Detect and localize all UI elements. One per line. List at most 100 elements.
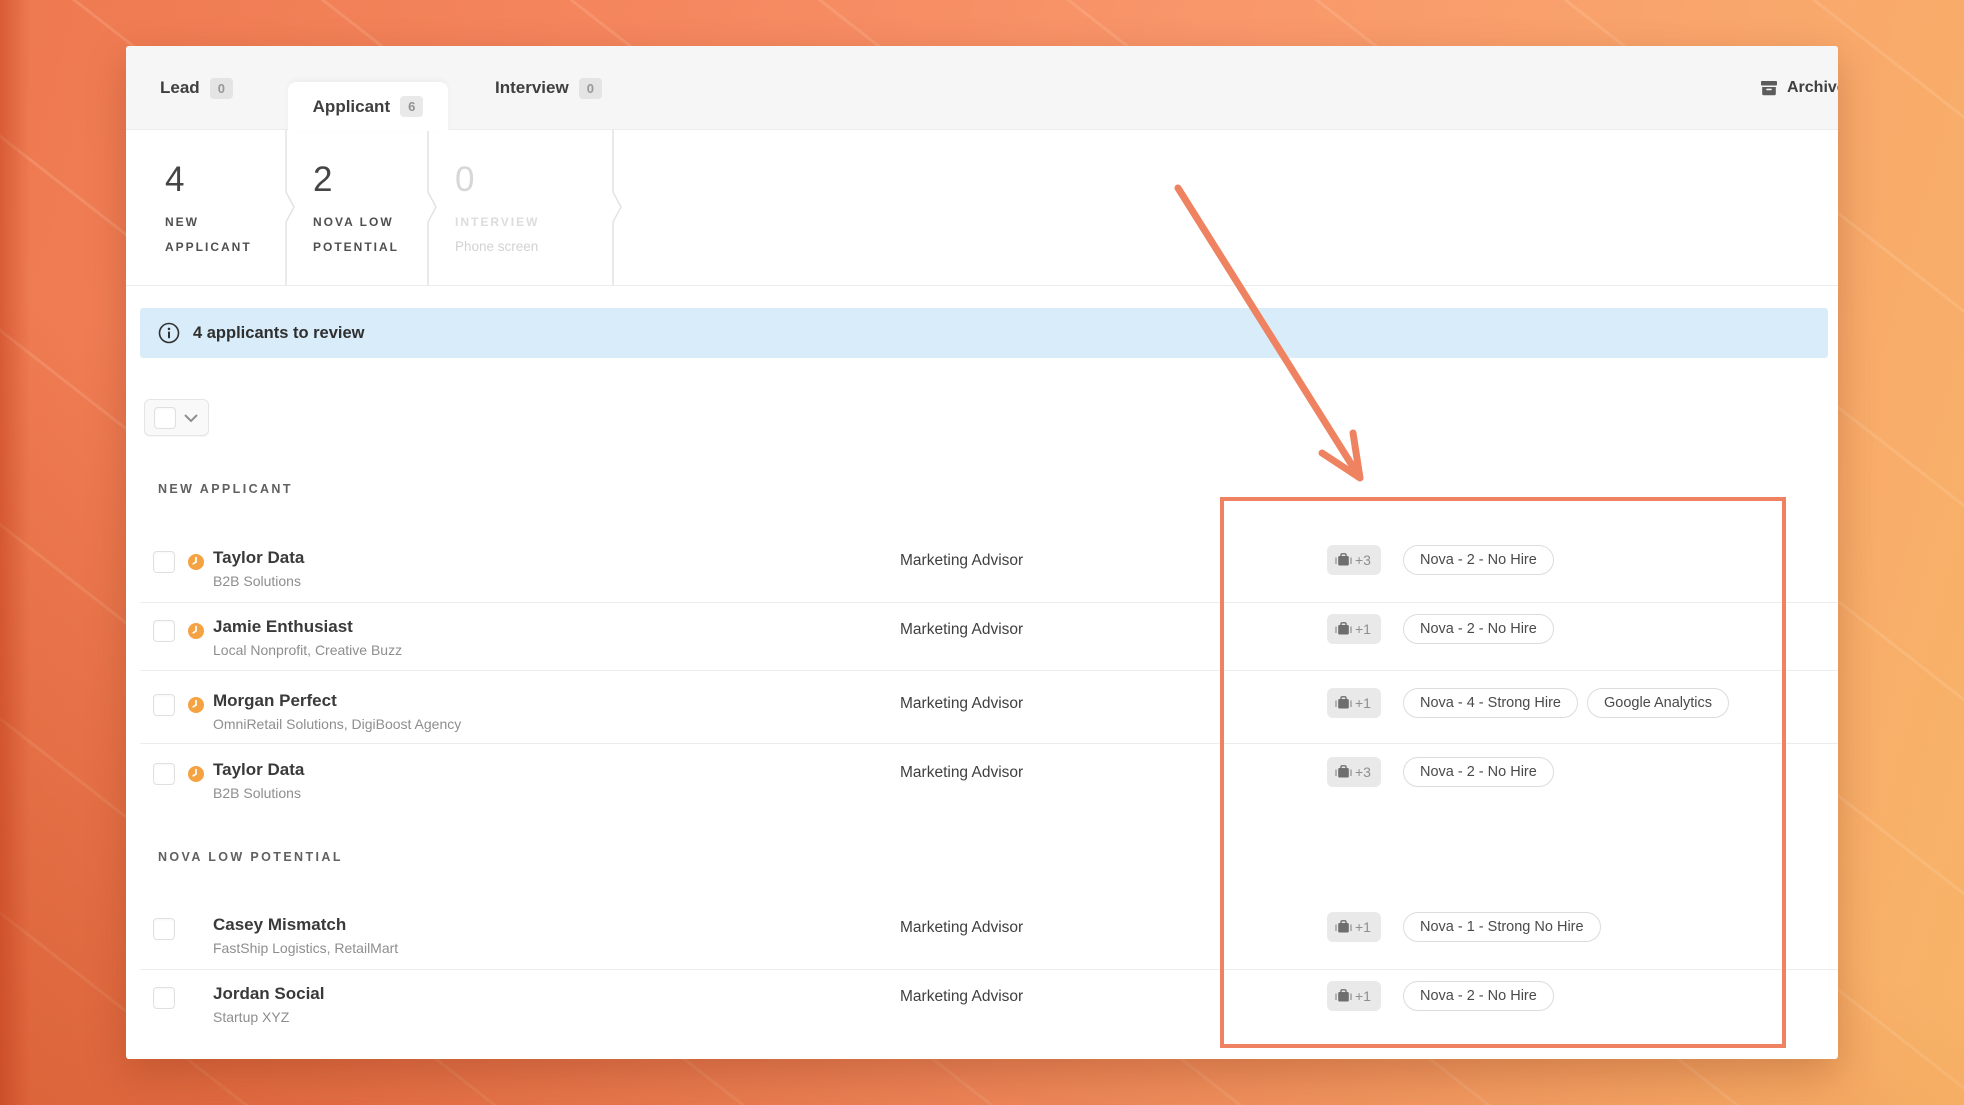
stage-new-applicant-label-1: NEW — [165, 210, 252, 235]
archive-box-icon — [1760, 80, 1778, 96]
row-checkbox[interactable] — [153, 763, 175, 785]
opportunities-count: +1 — [1355, 919, 1371, 935]
pending-clock-icon — [188, 623, 204, 644]
rating-tags: Nova - 1 - Strong No Hire — [1403, 912, 1601, 942]
chevron-down-icon[interactable] — [183, 413, 199, 423]
rating-tag: Nova - 2 - No Hire — [1403, 545, 1554, 575]
rating-tag: Nova - 2 - No Hire — [1403, 614, 1554, 644]
candidate-name[interactable]: Taylor Data — [213, 759, 304, 781]
opportunities-badge: +1 — [1327, 912, 1381, 942]
applicant-row[interactable]: Jordan Social Startup XYZ Marketing Advi… — [126, 975, 1838, 1039]
candidate-company: OmniRetail Solutions, DigiBoost Agency — [213, 713, 461, 735]
applicants-panel: Lead 0 Applicant 6 Interview 0 Archived … — [126, 46, 1838, 1059]
candidate-position: Marketing Advisor — [900, 693, 1023, 714]
row-divider — [140, 969, 1838, 970]
candidate-company: B2B Solutions — [213, 570, 304, 592]
row-divider — [140, 602, 1838, 603]
opportunities-count: +1 — [1355, 988, 1371, 1004]
candidate-info: Casey Mismatch FastShip Logistics, Retai… — [213, 914, 398, 959]
candidate-company: Startup XYZ — [213, 1006, 324, 1028]
stage-separator-chevron — [424, 130, 440, 285]
stage-new-applicant-label-2: APPLICANT — [165, 235, 252, 260]
candidate-badges: +1 Nova - 2 - No Hire — [1327, 614, 1554, 644]
stage-interview-sublabel: Phone screen — [455, 235, 539, 259]
candidate-badges: +3 Nova - 2 - No Hire — [1327, 757, 1554, 787]
candidate-position: Marketing Advisor — [900, 550, 1023, 571]
tab-lead-label: Lead — [160, 78, 200, 98]
candidate-name[interactable]: Morgan Perfect — [213, 690, 461, 712]
row-checkbox[interactable] — [153, 987, 175, 1009]
pipeline-stages: 4 NEW APPLICANT 2 NOVA LOW POTENTIAL 0 I… — [126, 130, 1838, 285]
stage-separator-chevron — [282, 130, 298, 285]
rating-tags: Nova - 4 - Strong Hire Google Analytics — [1403, 688, 1729, 718]
row-checkbox[interactable] — [153, 694, 175, 716]
tab-interview[interactable]: Interview 0 — [495, 46, 602, 130]
header-divider — [126, 285, 1838, 286]
candidate-position: Marketing Advisor — [900, 986, 1023, 1007]
opportunities-count: +1 — [1355, 621, 1371, 637]
applicant-row[interactable]: Jamie Enthusiast Local Nonprofit, Creati… — [126, 608, 1838, 672]
opportunities-count: +3 — [1355, 764, 1371, 780]
rating-tags: Nova - 2 - No Hire — [1403, 981, 1554, 1011]
candidate-info: Taylor Data B2B Solutions — [213, 547, 304, 592]
tab-lead[interactable]: Lead 0 — [160, 46, 233, 130]
candidate-position: Marketing Advisor — [900, 917, 1023, 938]
stage-interview-count: 0 — [455, 160, 539, 200]
opportunities-badge: +1 — [1327, 614, 1381, 644]
stage-nova-low-potential-label-2: POTENTIAL — [313, 235, 399, 260]
row-checkbox[interactable] — [153, 551, 175, 573]
section-title-new-applicant: NEW APPLICANT — [158, 482, 293, 496]
applicant-row[interactable]: Taylor Data B2B Solutions Marketing Advi… — [126, 539, 1838, 603]
candidate-name[interactable]: Casey Mismatch — [213, 914, 398, 936]
stage-nova-low-potential-label-1: NOVA LOW — [313, 210, 399, 235]
stage-new-applicant[interactable]: 4 NEW APPLICANT — [165, 160, 252, 260]
stage-nova-low-potential[interactable]: 2 NOVA LOW POTENTIAL — [313, 160, 399, 260]
candidate-info: Taylor Data B2B Solutions — [213, 759, 304, 804]
row-checkbox[interactable] — [153, 620, 175, 642]
candidate-name[interactable]: Jamie Enthusiast — [213, 616, 402, 638]
bulk-select-button[interactable] — [144, 399, 209, 436]
select-all-checkbox[interactable] — [154, 407, 176, 429]
candidate-name[interactable]: Taylor Data — [213, 547, 304, 569]
tab-lead-count: 0 — [210, 78, 233, 99]
opportunities-badge: +1 — [1327, 981, 1381, 1011]
pending-clock-icon — [188, 554, 204, 575]
applicant-row[interactable]: Taylor Data B2B Solutions Marketing Advi… — [126, 751, 1838, 815]
candidate-position: Marketing Advisor — [900, 619, 1023, 640]
stage-interview[interactable]: 0 INTERVIEW Phone screen — [455, 160, 539, 259]
candidate-position: Marketing Advisor — [900, 762, 1023, 783]
rating-tag: Nova - 4 - Strong Hire — [1403, 688, 1578, 718]
candidate-badges: +1 Nova - 1 - Strong No Hire — [1327, 912, 1601, 942]
rating-tag: Nova - 2 - No Hire — [1403, 757, 1554, 787]
candidate-company: FastShip Logistics, RetailMart — [213, 937, 398, 959]
opportunities-count: +1 — [1355, 695, 1371, 711]
candidate-badges: +3 Nova - 2 - No Hire — [1327, 545, 1554, 575]
rating-tags: Nova - 2 - No Hire — [1403, 757, 1554, 787]
info-icon — [158, 322, 180, 344]
candidate-info: Jordan Social Startup XYZ — [213, 983, 324, 1028]
candidate-info: Morgan Perfect OmniRetail Solutions, Dig… — [213, 690, 461, 735]
stage-interview-label: INTERVIEW — [455, 210, 539, 235]
rating-tag: Nova - 2 - No Hire — [1403, 981, 1554, 1011]
tab-interview-label: Interview — [495, 78, 569, 98]
applicant-row[interactable]: Casey Mismatch FastShip Logistics, Retai… — [126, 906, 1838, 970]
review-banner[interactable]: 4 applicants to review — [140, 308, 1828, 358]
section-title-nova-low-potential: NOVA LOW POTENTIAL — [158, 850, 343, 864]
candidate-company: Local Nonprofit, Creative Buzz — [213, 639, 402, 661]
candidate-name[interactable]: Jordan Social — [213, 983, 324, 1005]
tab-applicant[interactable]: Applicant 6 — [288, 82, 448, 131]
archived-button[interactable]: Archived — [1760, 46, 1838, 130]
candidate-badges: +1 Nova - 2 - No Hire — [1327, 981, 1554, 1011]
tab-applicant-label: Applicant — [313, 97, 390, 117]
applicant-row[interactable]: Morgan Perfect OmniRetail Solutions, Dig… — [126, 682, 1838, 746]
opportunities-count: +3 — [1355, 552, 1371, 568]
review-banner-text: 4 applicants to review — [193, 324, 364, 343]
row-checkbox[interactable] — [153, 918, 175, 940]
rating-tag: Google Analytics — [1587, 688, 1729, 718]
rating-tags: Nova - 2 - No Hire — [1403, 614, 1554, 644]
pending-clock-icon — [188, 697, 204, 718]
row-divider — [140, 670, 1838, 671]
opportunities-badge: +3 — [1327, 545, 1381, 575]
opportunities-badge: +1 — [1327, 688, 1381, 718]
candidate-badges: +1 Nova - 4 - Strong Hire Google Analyti… — [1327, 688, 1729, 718]
